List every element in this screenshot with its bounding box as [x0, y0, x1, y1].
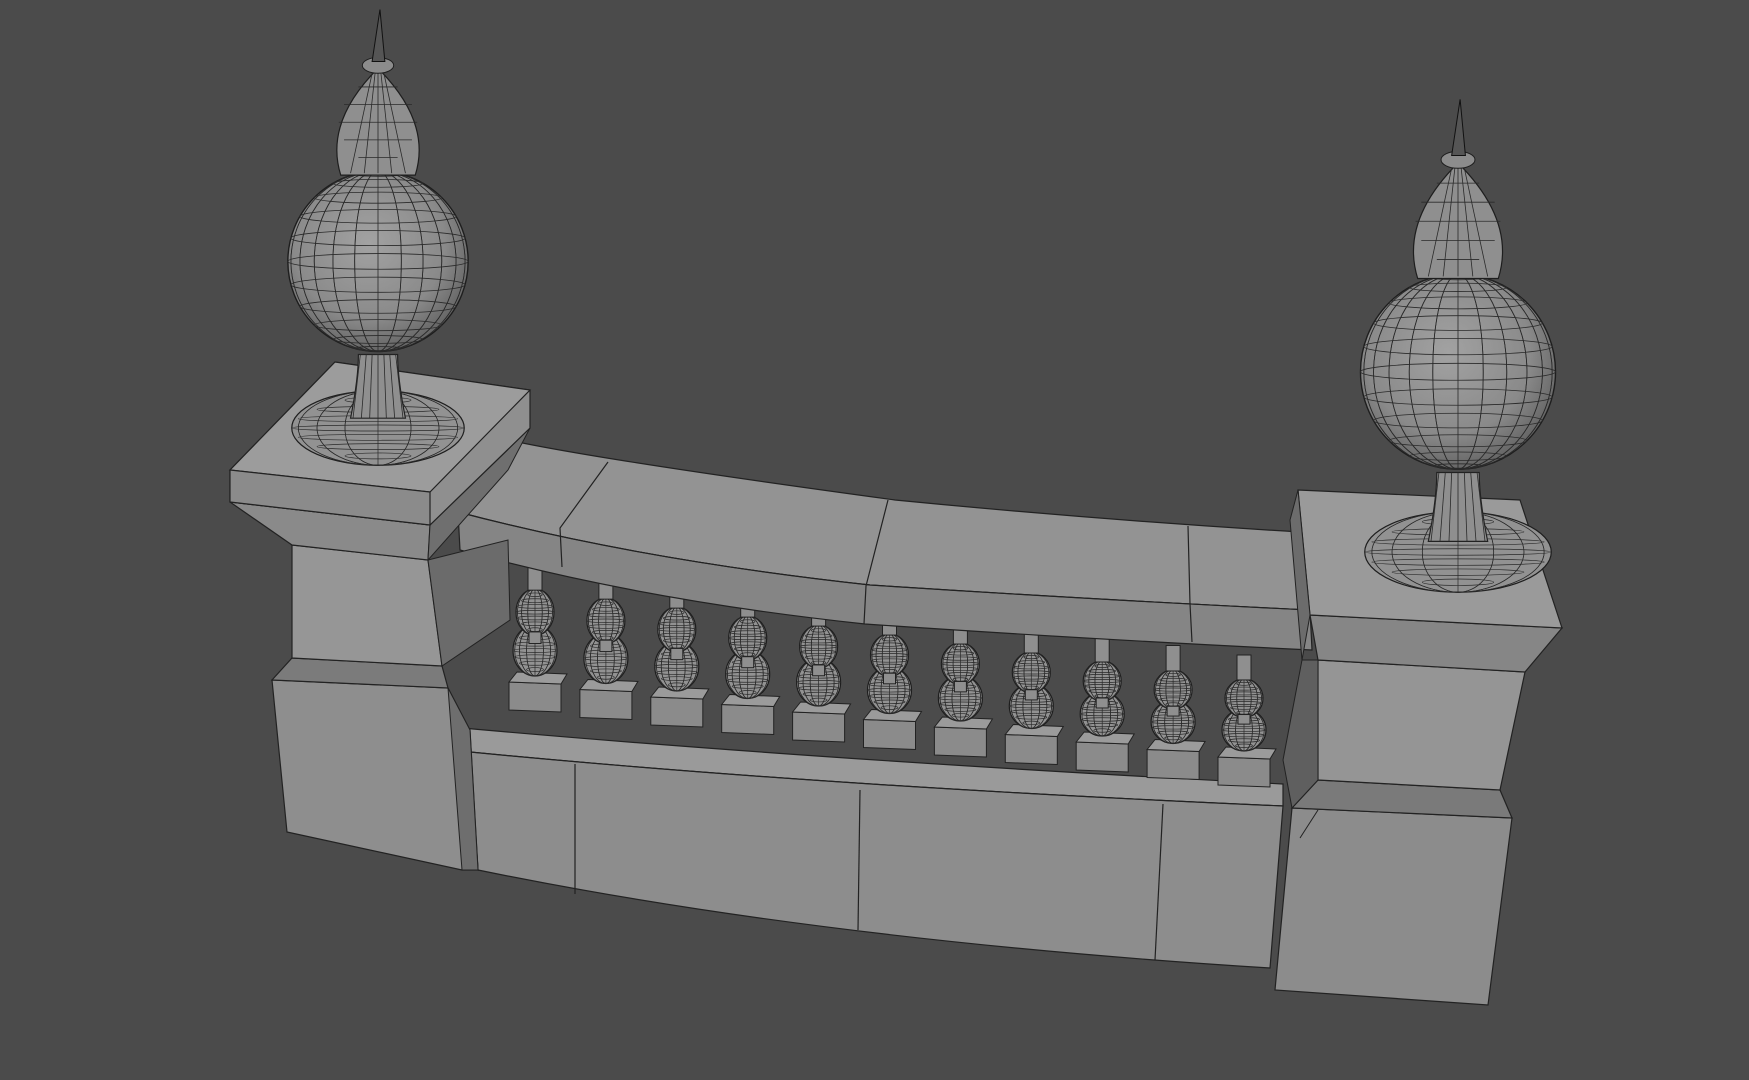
baluster-10	[1146, 645, 1206, 781]
balustrade-model[interactable]	[0, 0, 1749, 1080]
baluster-6	[862, 607, 923, 751]
baluster-9	[1075, 635, 1136, 773]
baluster-1	[507, 559, 568, 713]
baluster-8	[1004, 626, 1065, 766]
handrail	[457, 439, 1313, 651]
baluster-11	[1216, 654, 1277, 788]
3d-viewport[interactable]	[0, 0, 1749, 1080]
baluster-7	[933, 616, 994, 758]
baluster-2	[578, 569, 639, 721]
